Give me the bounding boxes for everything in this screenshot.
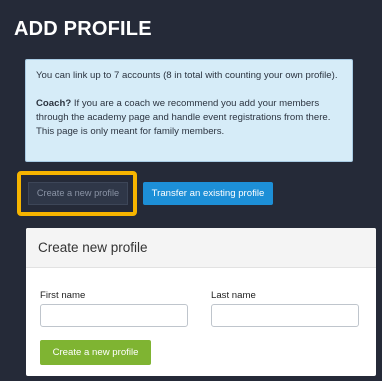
transfer-profile-button[interactable]: Transfer an existing profile: [143, 182, 273, 205]
card-header: Create new profile: [26, 228, 376, 268]
create-profile-submit-button[interactable]: Create a new profile: [40, 340, 151, 365]
create-profile-card: Create new profile First name Last name …: [26, 228, 376, 376]
first-name-input[interactable]: [40, 304, 188, 327]
create-profile-tab[interactable]: Create a new profile: [28, 182, 128, 205]
last-name-label: Last name: [211, 290, 256, 301]
info-limit-text: You can link up to 7 accounts (8 in tota…: [36, 70, 338, 81]
page-title: ADD PROFILE: [14, 18, 152, 40]
coach-label: Coach?: [36, 98, 72, 109]
last-name-input[interactable]: [211, 304, 359, 327]
info-box: You can link up to 7 accounts (8 in tota…: [25, 59, 353, 162]
coach-text: If you are a coach we recommend you add …: [36, 98, 331, 137]
info-coach-paragraph: Coach? If you are a coach we recommend y…: [36, 97, 342, 139]
first-name-label: First name: [40, 290, 86, 301]
